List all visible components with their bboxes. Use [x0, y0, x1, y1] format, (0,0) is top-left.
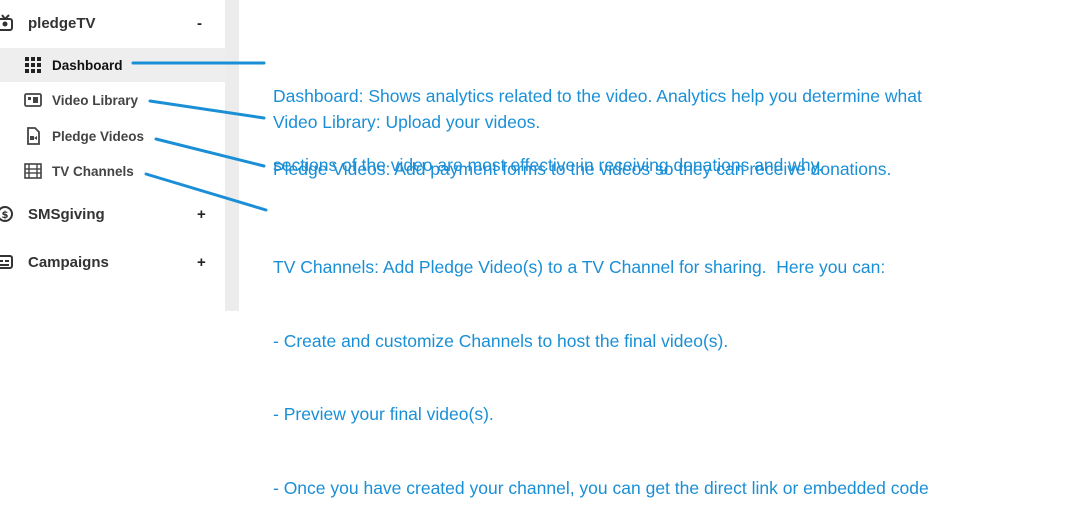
sidebar-item-label: Dashboard — [52, 57, 123, 73]
nav-section-label: pledgeTV — [28, 14, 96, 32]
sidebar: pledgeTV - Dashboard Video Library Pledg… — [0, 0, 225, 311]
film-grid-icon — [24, 163, 42, 179]
nav-section-campaigns[interactable]: Campaigns + — [0, 242, 225, 282]
campaign-icon — [0, 255, 13, 269]
nav-section-smsgiving[interactable]: $ SMSgiving + — [0, 194, 225, 234]
annotation-pledge-videos: Pledge Videos: Add payment forms to the … — [273, 159, 892, 179]
nav-section-label: SMSgiving — [28, 205, 105, 223]
sidebar-item-pledge-videos[interactable]: Pledge Videos — [0, 119, 225, 153]
annotation-line: - Create and customize Channels to host … — [273, 330, 729, 351]
annotation-tv-channels: TV Channels: Add Pledge Video(s) to a TV… — [273, 206, 929, 525]
video-library-icon — [24, 93, 42, 107]
tv-icon — [0, 14, 13, 31]
video-file-icon — [27, 127, 40, 145]
sidebar-item-video-library[interactable]: Video Library — [0, 83, 225, 117]
grid-icon — [25, 57, 41, 73]
annotation-line: Dashboard: Shows analytics related to th… — [273, 86, 922, 106]
sidebar-scroll-edge — [225, 0, 239, 311]
sidebar-item-label: Video Library — [52, 92, 139, 108]
collapse-toggle[interactable]: - — [197, 15, 202, 32]
sidebar-item-label: TV Channels — [52, 163, 134, 179]
nav-section-pledgetv[interactable]: pledgeTV - — [0, 3, 225, 43]
annotation-line: - Once you have created your channel, yo… — [273, 477, 929, 498]
nav-section-label: Campaigns — [28, 253, 109, 271]
donation-icon: $ — [0, 206, 13, 222]
svg-text:$: $ — [2, 210, 9, 221]
expand-toggle[interactable]: + — [197, 254, 206, 271]
annotation-line: TV Channels: Add Pledge Video(s) to a TV… — [273, 257, 886, 277]
sidebar-item-label: Pledge Videos — [52, 128, 145, 144]
annotation-line: - Preview your final video(s). — [273, 404, 494, 424]
expand-toggle[interactable]: + — [197, 206, 206, 223]
sidebar-item-dashboard[interactable]: Dashboard — [0, 48, 225, 82]
annotation-video-library: Video Library: Upload your videos. — [273, 112, 541, 132]
sidebar-item-tv-channels[interactable]: TV Channels — [0, 154, 225, 188]
